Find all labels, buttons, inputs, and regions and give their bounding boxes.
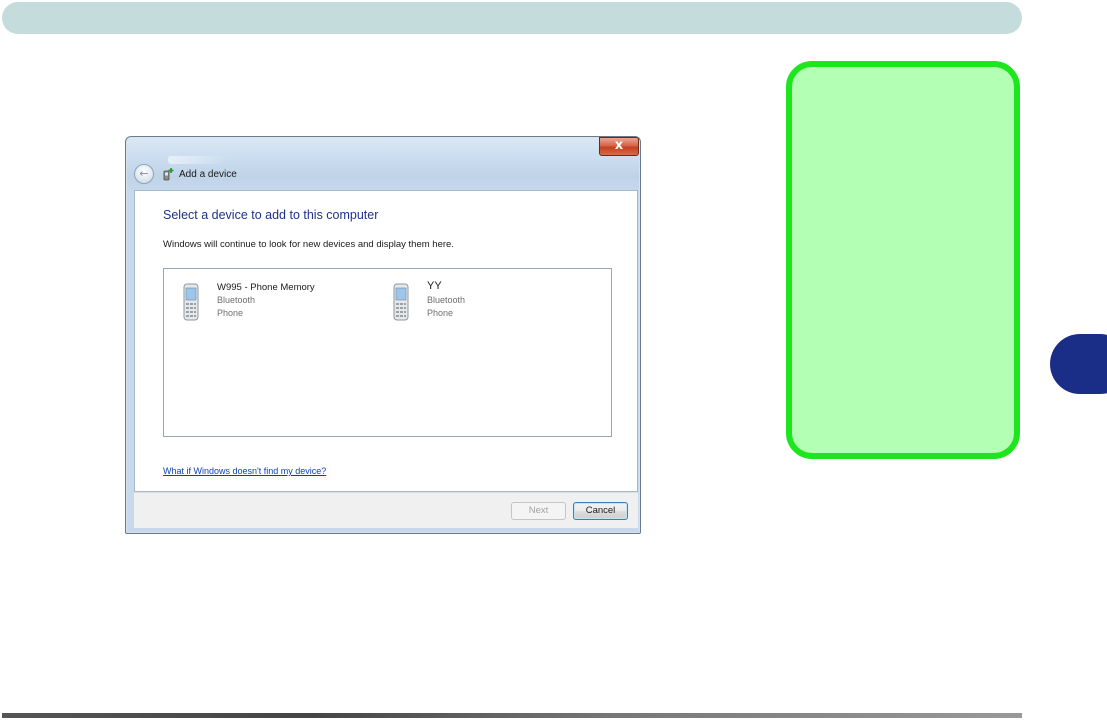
back-arrow-icon: ← [139,167,149,180]
dialog-heading: Select a device to add to this computer [163,208,379,222]
mobile-phone-icon [393,283,409,321]
add-device-icon [163,168,174,181]
cancel-button[interactable]: Cancel [573,502,628,520]
dialog-title: Add a device [179,169,237,180]
footer-rule [2,713,1022,718]
close-button[interactable]: x [599,137,639,156]
help-link[interactable]: What if Windows doesn't find my device? [163,466,326,476]
back-button[interactable]: ← [134,164,154,184]
device-name: W995 - Phone Memory [217,282,315,293]
dialog-subtext: Windows will continue to look for new de… [163,239,454,250]
chapter-tab [1050,334,1107,394]
device-item-yy[interactable]: YY Bluetooth Phone [391,280,591,322]
device-category: Phone [427,308,454,318]
device-connection: Bluetooth [427,295,466,305]
device-connection: Bluetooth [217,295,256,305]
window-caption-faint [168,156,228,164]
page-header-bar [2,2,1022,34]
device-item-w995[interactable]: W995 - Phone Memory Bluetooth Phone [181,282,381,322]
mobile-phone-icon [183,283,199,321]
note-callout-box [786,61,1020,459]
device-name: YY [427,280,442,292]
next-button[interactable]: Next [511,502,566,520]
close-icon: x [614,138,624,153]
device-category: Phone [217,308,244,318]
